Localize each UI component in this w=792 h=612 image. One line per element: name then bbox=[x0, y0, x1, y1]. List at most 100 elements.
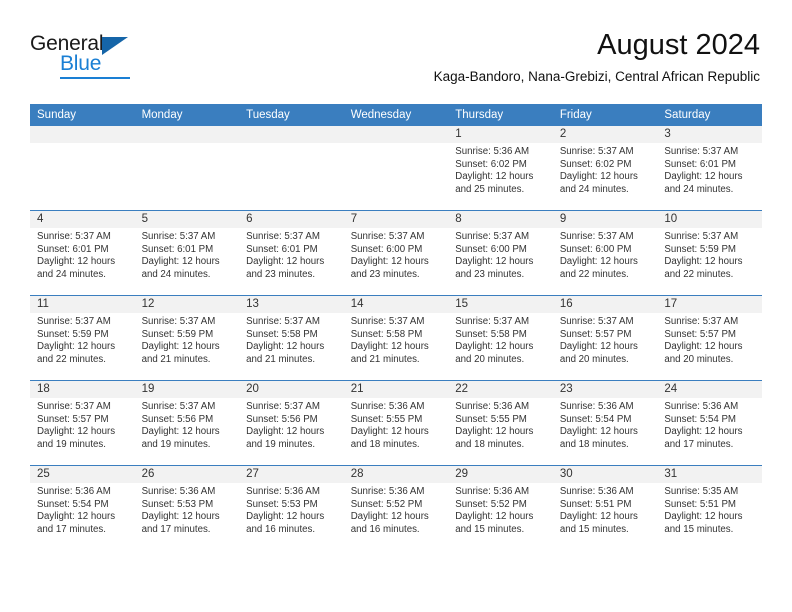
sunrise-text: Sunrise: 5:37 AM bbox=[664, 316, 739, 327]
day-number: 15 bbox=[448, 296, 553, 313]
day-cell-inner: 15 Sunrise: 5:37 AM Sunset: 5:58 PM Dayligh… bbox=[448, 296, 553, 380]
day-cell-details: Sunrise: 5:36 AM Sunset: 5:54 PM Daylight:… bbox=[657, 398, 762, 451]
daylight-text-line2: and 18 minutes. bbox=[559, 438, 629, 450]
title-block: August 2024 Kaga-Bandoro, Nana-Grebizi, … bbox=[434, 28, 760, 85]
day-cell[interactable]: 23 Sunrise: 5:36 AM Sunset: 5:54 PM Dayligh… bbox=[552, 380, 658, 466]
day-cell[interactable]: 26 Sunrise: 5:36 AM Sunset: 5:53 PM Dayligh… bbox=[134, 465, 240, 550]
day-cell-empty[interactable] bbox=[30, 126, 135, 211]
day-number: 22 bbox=[448, 381, 553, 398]
day-cell[interactable]: 24 Sunrise: 5:36 AM Sunset: 5:54 PM Dayligh… bbox=[657, 380, 762, 466]
day-cell[interactable]: 13 Sunrise: 5:37 AM Sunset: 5:58 PM Dayligh… bbox=[239, 295, 344, 381]
day-cell-details: Sunrise: 5:37 AM Sunset: 5:58 PM Daylight:… bbox=[448, 313, 553, 366]
day-cell-details: Sunrise: 5:36 AM Sunset: 6:02 PM Daylight:… bbox=[448, 143, 553, 196]
weekday-header-thursday: Thursday bbox=[448, 104, 553, 126]
general-blue-logo[interactable]: General Blue bbox=[30, 33, 160, 81]
day-cell[interactable]: 1 Sunrise: 5:36 AM Sunset: 6:02 PM Daylight… bbox=[448, 126, 553, 211]
sunset-text: Sunset: 6:00 PM bbox=[559, 243, 632, 255]
day-cell-inner: 11 Sunrise: 5:37 AM Sunset: 5:59 PM Dayligh… bbox=[30, 296, 135, 380]
sunrise-text: Sunrise: 5:36 AM bbox=[350, 486, 425, 497]
day-cell[interactable]: 18 Sunrise: 5:37 AM Sunset: 5:57 PM Dayligh… bbox=[30, 380, 135, 466]
day-cell-details: Sunrise: 5:36 AM Sunset: 5:54 PM Daylight:… bbox=[30, 483, 135, 536]
day-cell[interactable]: 17 Sunrise: 5:37 AM Sunset: 5:57 PM Dayligh… bbox=[657, 295, 762, 381]
day-cell[interactable]: 29 Sunrise: 5:36 AM Sunset: 5:52 PM Dayligh… bbox=[448, 465, 553, 550]
day-cell[interactable]: 10 Sunrise: 5:37 AM Sunset: 5:59 PM Dayligh… bbox=[657, 210, 762, 296]
day-cell[interactable]: 7 Sunrise: 5:37 AM Sunset: 6:00 PM Daylight… bbox=[343, 210, 449, 296]
sunset-text: Sunset: 5:53 PM bbox=[246, 498, 318, 510]
daylight-text-line2: and 21 minutes. bbox=[246, 353, 316, 365]
sunset-text: Sunset: 6:00 PM bbox=[350, 243, 423, 255]
sunrise-text: Sunrise: 5:37 AM bbox=[664, 146, 739, 157]
sunset-text: Sunset: 5:59 PM bbox=[664, 243, 736, 255]
sunrise-text: Sunrise: 5:37 AM bbox=[350, 316, 425, 327]
sunset-text: Sunset: 5:53 PM bbox=[141, 498, 214, 510]
daylight-text-line1: Daylight: 12 hours bbox=[350, 341, 429, 353]
daylight-text-line2: and 17 minutes. bbox=[141, 523, 211, 535]
daylight-text-line2: and 20 minutes. bbox=[559, 353, 629, 365]
sunrise-text: Sunrise: 5:36 AM bbox=[559, 401, 634, 412]
sunrise-text: Sunrise: 5:37 AM bbox=[350, 231, 425, 242]
day-cell[interactable]: 28 Sunrise: 5:36 AM Sunset: 5:52 PM Dayligh… bbox=[343, 465, 449, 550]
day-cell[interactable]: 16 Sunrise: 5:37 AM Sunset: 5:57 PM Dayligh… bbox=[552, 295, 658, 381]
sunrise-text: Sunrise: 5:37 AM bbox=[37, 231, 111, 242]
daylight-text-line2: and 17 minutes. bbox=[37, 523, 106, 535]
daylight-text-line2: and 19 minutes. bbox=[37, 438, 106, 450]
sunrise-text: Sunrise: 5:37 AM bbox=[37, 401, 111, 412]
day-cell-details: Sunrise: 5:37 AM Sunset: 6:01 PM Daylight:… bbox=[657, 143, 762, 196]
day-number: 30 bbox=[552, 466, 658, 483]
daylight-text-line2: and 15 minutes. bbox=[664, 523, 734, 535]
sunrise-text: Sunrise: 5:37 AM bbox=[141, 316, 216, 327]
day-cell[interactable]: 9 Sunrise: 5:37 AM Sunset: 6:00 PM Daylight… bbox=[552, 210, 658, 296]
day-cell[interactable]: 4 Sunrise: 5:37 AM Sunset: 6:01 PM Daylight… bbox=[30, 210, 135, 296]
day-cell[interactable]: 5 Sunrise: 5:37 AM Sunset: 6:01 PM Daylight… bbox=[134, 210, 240, 296]
daylight-text-line2: and 19 minutes. bbox=[141, 438, 211, 450]
sunrise-text: Sunrise: 5:37 AM bbox=[246, 401, 320, 412]
day-cell[interactable]: 20 Sunrise: 5:37 AM Sunset: 5:56 PM Dayligh… bbox=[239, 380, 344, 466]
daylight-text-line1: Daylight: 12 hours bbox=[664, 341, 743, 353]
daylight-text-line1: Daylight: 12 hours bbox=[664, 171, 743, 183]
day-cell-inner: 20 Sunrise: 5:37 AM Sunset: 5:56 PM Dayligh… bbox=[239, 381, 344, 465]
day-number: 31 bbox=[657, 466, 762, 483]
calendar-body: 1 Sunrise: 5:36 AM Sunset: 6:02 PM Daylight… bbox=[30, 126, 762, 550]
sunset-text: Sunset: 6:02 PM bbox=[559, 158, 632, 170]
day-cell[interactable]: 12 Sunrise: 5:37 AM Sunset: 5:59 PM Dayligh… bbox=[134, 295, 240, 381]
day-cell[interactable]: 14 Sunrise: 5:37 AM Sunset: 5:58 PM Dayligh… bbox=[343, 295, 449, 381]
day-cell-inner bbox=[134, 126, 240, 210]
day-number: 9 bbox=[552, 211, 658, 228]
day-number: 4 bbox=[30, 211, 135, 228]
day-cell-empty[interactable] bbox=[134, 126, 240, 211]
day-cell[interactable]: 30 Sunrise: 5:36 AM Sunset: 5:51 PM Dayligh… bbox=[552, 465, 658, 550]
day-cell[interactable]: 27 Sunrise: 5:36 AM Sunset: 5:53 PM Dayligh… bbox=[239, 465, 344, 550]
day-cell[interactable]: 3 Sunrise: 5:37 AM Sunset: 6:01 PM Daylight… bbox=[657, 126, 762, 211]
day-cell[interactable]: 11 Sunrise: 5:37 AM Sunset: 5:59 PM Dayligh… bbox=[30, 295, 135, 381]
day-number bbox=[239, 126, 344, 143]
day-number: 17 bbox=[657, 296, 762, 313]
day-cell-empty[interactable] bbox=[239, 126, 344, 211]
daylight-text-line2: and 25 minutes. bbox=[455, 183, 525, 195]
daylight-text-line2: and 21 minutes. bbox=[141, 353, 211, 365]
day-number: 10 bbox=[657, 211, 762, 228]
day-cell-inner: 28 Sunrise: 5:36 AM Sunset: 5:52 PM Dayligh… bbox=[343, 466, 449, 550]
day-cell[interactable]: 21 Sunrise: 5:36 AM Sunset: 5:55 PM Dayligh… bbox=[343, 380, 449, 466]
day-cell-inner: 13 Sunrise: 5:37 AM Sunset: 5:58 PM Dayligh… bbox=[239, 296, 344, 380]
day-cell[interactable]: 19 Sunrise: 5:37 AM Sunset: 5:56 PM Dayligh… bbox=[134, 380, 240, 466]
day-cell[interactable]: 8 Sunrise: 5:37 AM Sunset: 6:00 PM Daylight… bbox=[448, 210, 553, 296]
day-cell[interactable]: 2 Sunrise: 5:37 AM Sunset: 6:02 PM Daylight… bbox=[552, 126, 658, 211]
daylight-text-line2: and 15 minutes. bbox=[455, 523, 525, 535]
day-cell[interactable]: 6 Sunrise: 5:37 AM Sunset: 6:01 PM Daylight… bbox=[239, 210, 344, 296]
day-cell-empty[interactable] bbox=[343, 126, 449, 211]
sunset-text: Sunset: 5:59 PM bbox=[141, 328, 214, 340]
daylight-text-line2: and 22 minutes. bbox=[664, 268, 734, 280]
day-cell-inner: 27 Sunrise: 5:36 AM Sunset: 5:53 PM Dayligh… bbox=[239, 466, 344, 550]
day-cell[interactable]: 22 Sunrise: 5:36 AM Sunset: 5:55 PM Dayligh… bbox=[448, 380, 553, 466]
sunrise-text: Sunrise: 5:36 AM bbox=[37, 486, 111, 497]
day-cell-inner: 23 Sunrise: 5:36 AM Sunset: 5:54 PM Dayligh… bbox=[552, 381, 658, 465]
daylight-text-line1: Daylight: 12 hours bbox=[350, 426, 429, 438]
day-cell-inner bbox=[343, 126, 449, 210]
sunset-text: Sunset: 6:01 PM bbox=[141, 243, 214, 255]
day-cell[interactable]: 25 Sunrise: 5:36 AM Sunset: 5:54 PM Dayligh… bbox=[30, 465, 135, 550]
day-cell[interactable]: 31 Sunrise: 5:35 AM Sunset: 5:51 PM Dayligh… bbox=[657, 465, 762, 550]
day-cell[interactable]: 15 Sunrise: 5:37 AM Sunset: 5:58 PM Dayligh… bbox=[448, 295, 553, 381]
sunset-text: Sunset: 5:54 PM bbox=[559, 413, 632, 425]
day-number: 18 bbox=[30, 381, 135, 398]
daylight-text-line1: Daylight: 12 hours bbox=[37, 426, 116, 438]
